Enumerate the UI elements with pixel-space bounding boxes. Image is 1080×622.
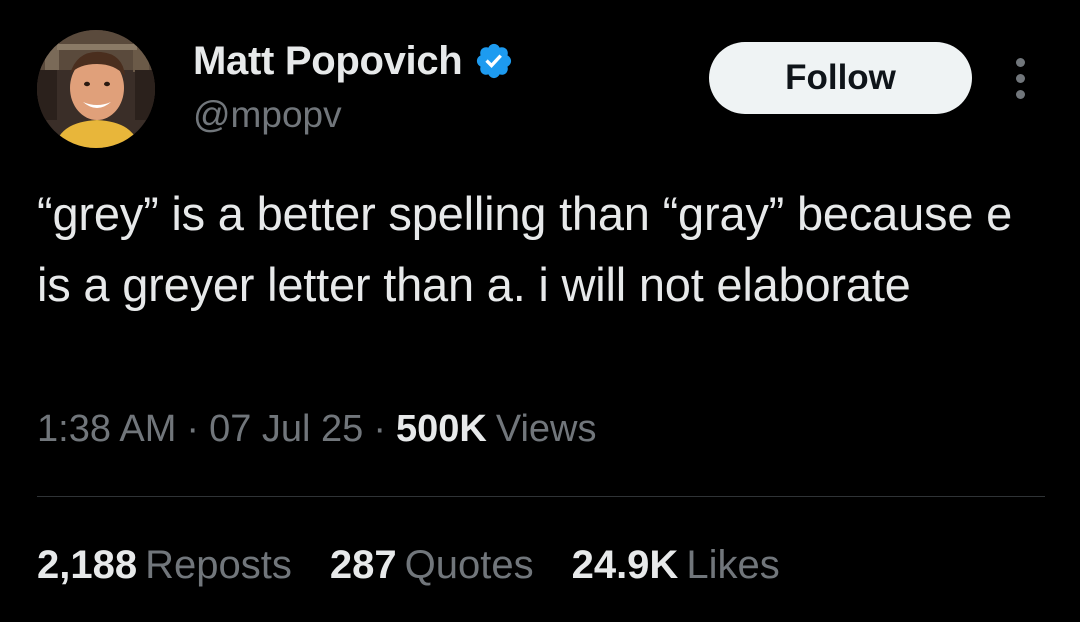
quotes-stat[interactable]: 287 Quotes [330,543,534,588]
tweet-date[interactable]: 07 Jul 25 [209,408,363,450]
reposts-count: 2,188 [37,543,138,587]
views-count: 500K [395,408,487,450]
views-label: Views [495,408,597,450]
reposts-stat[interactable]: 2,188 Reposts [37,543,292,588]
tweet-card: Matt Popovich @mpopv Follow “grey” is a … [0,0,1080,622]
follow-button[interactable]: Follow [709,42,972,114]
likes-label: Likes [686,543,780,587]
tweet-text: “grey” is a better spelling than “gray” … [37,187,1013,311]
engagement-stats: 2,188 Reposts 287 Quotes 24.9K Likes [37,543,818,588]
likes-stat[interactable]: 24.9K Likes [572,543,780,588]
author-handle[interactable]: @mpopv [193,94,342,136]
quotes-count: 287 [329,543,397,587]
likes-count: 24.9K [571,543,679,587]
quotes-label: Quotes [404,543,534,587]
verified-badge-icon [474,41,514,81]
tweet-time[interactable]: 1:38 AM [37,408,176,450]
meta-separator: · [373,408,386,450]
more-vertical-icon[interactable] [1004,58,1036,100]
author-name-row: Matt Popovich [193,36,514,86]
meta-separator: · [186,408,200,450]
avatar[interactable] [37,30,155,148]
author-display-name[interactable]: Matt Popovich [193,39,463,84]
tweet-metadata: 1:38 AM · 07 Jul 25 · 500K Views [37,408,597,451]
avatar-image [37,30,155,148]
reposts-label: Reposts [145,543,292,587]
divider [37,496,1045,497]
